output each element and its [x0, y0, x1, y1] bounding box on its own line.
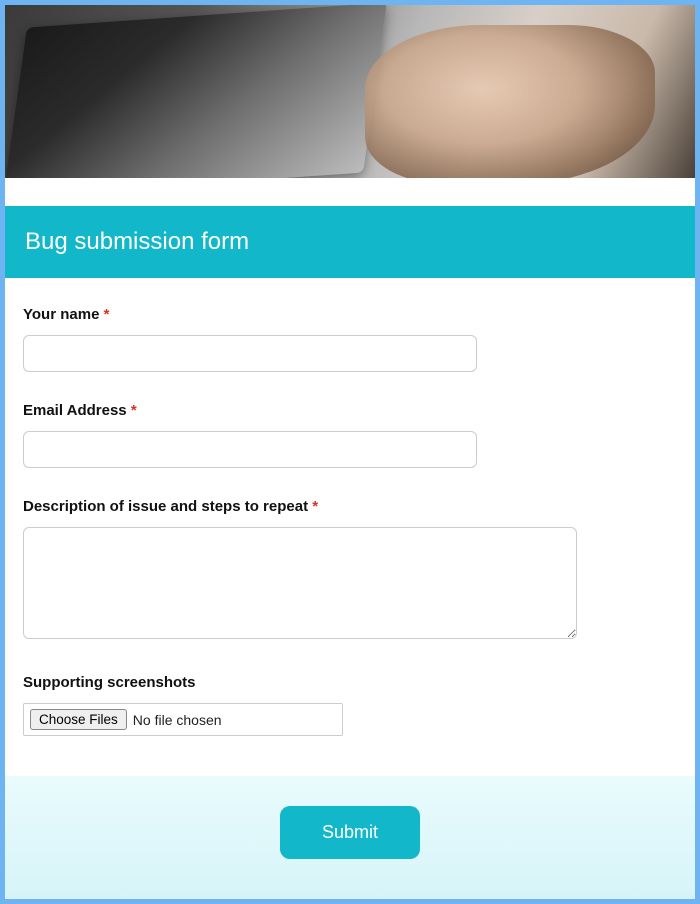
input-description[interactable] [23, 527, 577, 639]
label-name-text: Your name [23, 306, 99, 323]
required-marker: * [131, 402, 137, 419]
field-description: Description of issue and steps to repeat… [23, 498, 677, 644]
form-header: Bug submission form [5, 206, 695, 278]
label-screenshots: Supporting screenshots [23, 674, 677, 691]
required-marker: * [312, 498, 318, 515]
required-marker: * [104, 306, 110, 323]
submit-button[interactable]: Submit [280, 806, 420, 859]
input-name[interactable] [23, 335, 477, 372]
input-email[interactable] [23, 431, 477, 468]
banner-image [5, 5, 695, 178]
label-description-text: Description of issue and steps to repeat [23, 498, 308, 515]
form-footer: Submit [5, 776, 695, 899]
form-container: Bug submission form Your name * Email Ad… [0, 0, 700, 904]
field-email: Email Address * [23, 402, 677, 468]
label-name: Your name * [23, 306, 677, 323]
form-body: Your name * Email Address * Description … [5, 278, 695, 776]
choose-files-button[interactable]: Choose Files [30, 709, 127, 730]
file-status-text: No file chosen [133, 712, 222, 728]
label-email-text: Email Address [23, 402, 127, 419]
file-input-wrap[interactable]: Choose Files No file chosen [23, 703, 343, 736]
form-title: Bug submission form [25, 228, 675, 256]
label-email: Email Address * [23, 402, 677, 419]
field-name: Your name * [23, 306, 677, 372]
field-screenshots: Supporting screenshots Choose Files No f… [23, 674, 677, 736]
label-description: Description of issue and steps to repeat… [23, 498, 677, 515]
